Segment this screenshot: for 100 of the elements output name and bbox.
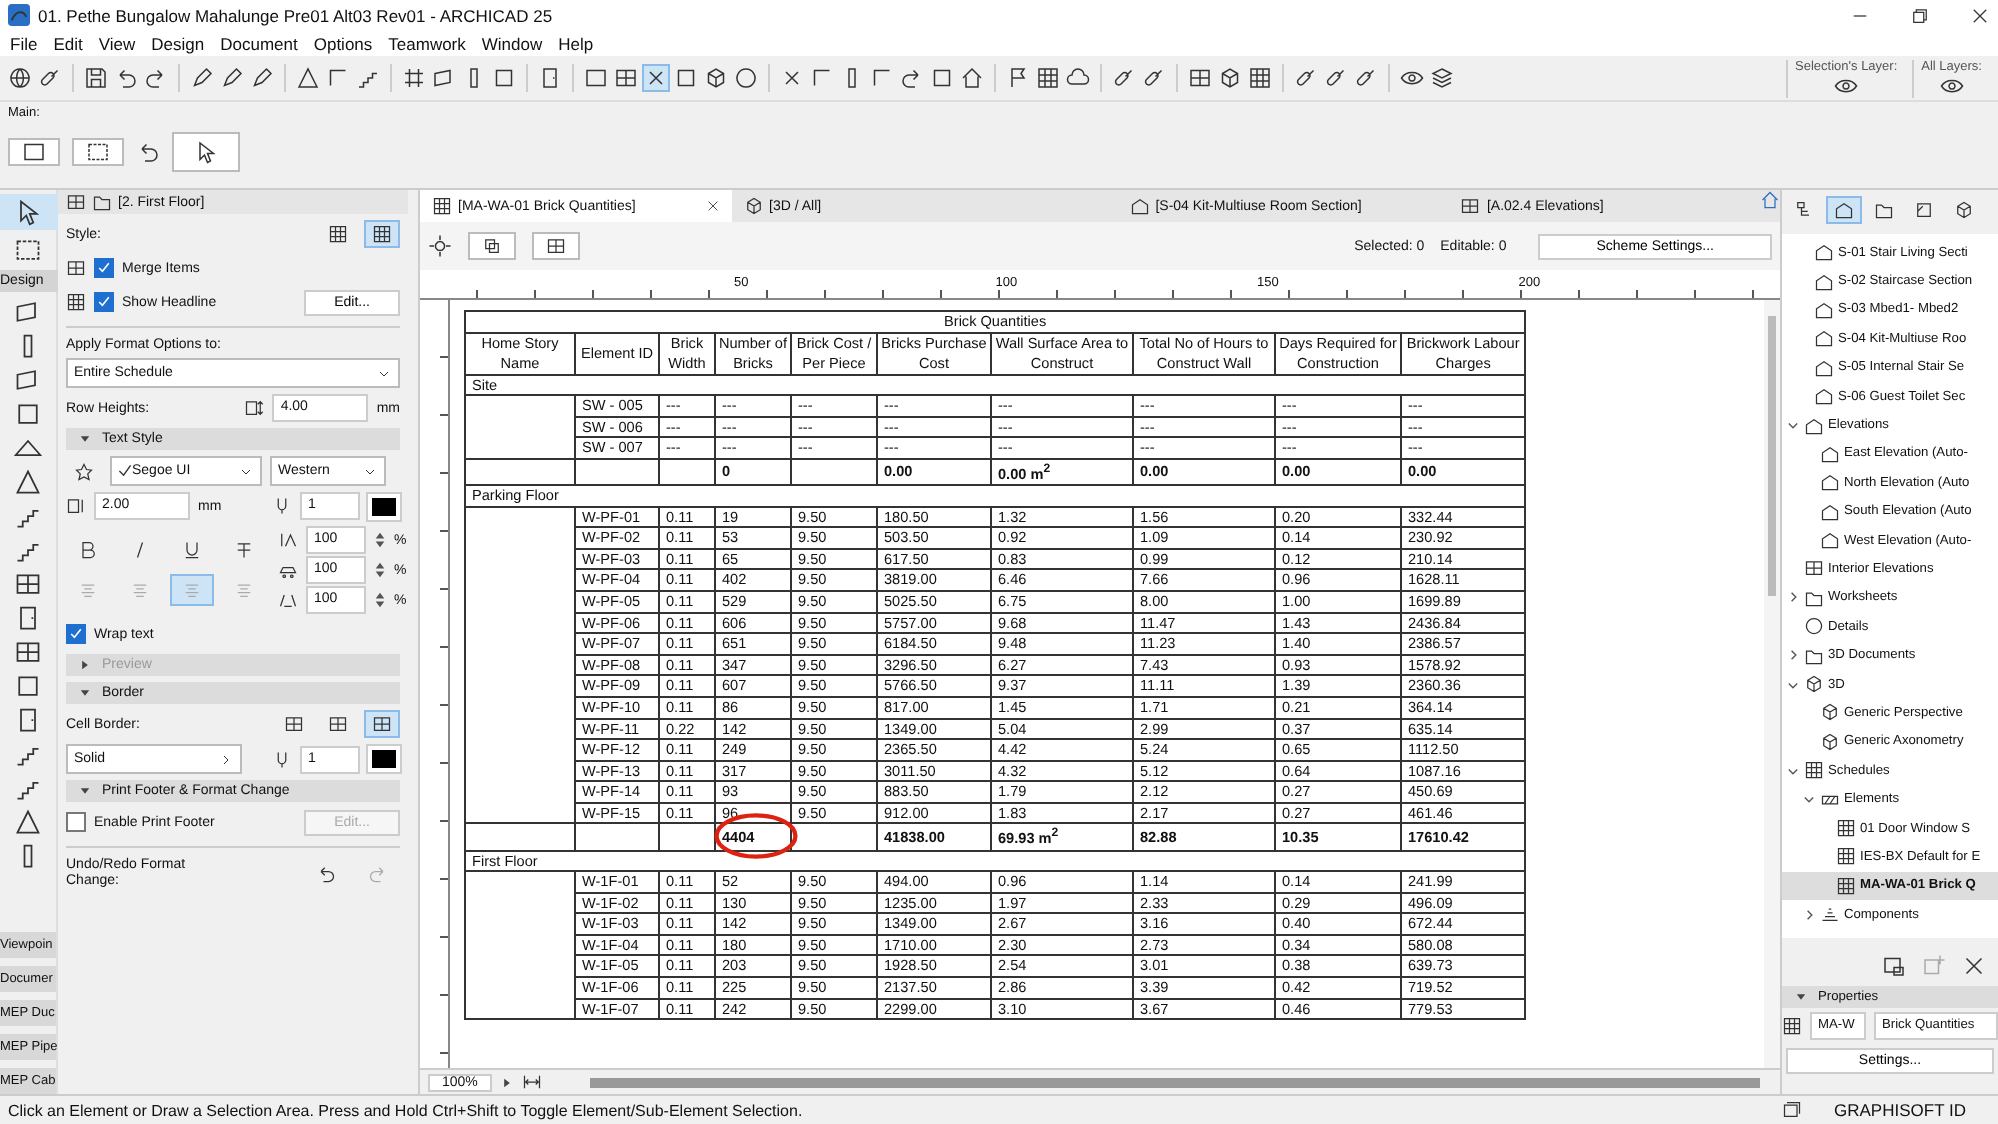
marquee-button[interactable]	[72, 138, 124, 166]
link-icon[interactable]	[1142, 66, 1166, 90]
undo-icon[interactable]	[114, 66, 138, 90]
square-icon[interactable]	[674, 66, 698, 90]
link-icon[interactable]	[1324, 66, 1348, 90]
link-icon[interactable]	[1354, 66, 1378, 90]
checkbox[interactable]	[94, 292, 114, 312]
door-icon[interactable]	[14, 706, 42, 734]
eye-icon[interactable]	[1400, 66, 1424, 90]
pen-icon[interactable]	[190, 66, 214, 90]
rotate-icon[interactable]	[136, 140, 160, 164]
layout-button[interactable]	[532, 232, 580, 260]
pointer-button[interactable]	[172, 132, 240, 172]
window-icon[interactable]	[614, 66, 638, 90]
menu-item[interactable]: Document	[220, 33, 298, 53]
close-icon[interactable]	[705, 196, 720, 216]
menu-item[interactable]: Design	[151, 33, 205, 53]
flag-icon[interactable]	[1006, 66, 1030, 90]
checkbox[interactable]	[66, 812, 86, 832]
triangle-icon[interactable]	[14, 468, 42, 496]
checkbox[interactable]	[66, 624, 86, 644]
window-icon[interactable]	[1188, 66, 1212, 90]
triangle-icon[interactable]	[14, 808, 42, 836]
window-icon[interactable]	[14, 570, 42, 598]
spinner-icon[interactable]	[374, 590, 386, 610]
chevron-icon[interactable]	[1786, 590, 1800, 605]
chevron-icon[interactable]	[1802, 907, 1816, 922]
link-icon[interactable]	[38, 66, 62, 90]
layers-icon[interactable]	[1430, 66, 1454, 90]
scrollbar-thumb[interactable]	[1768, 316, 1776, 596]
pen-icon[interactable]	[250, 66, 274, 90]
project-map-button[interactable]	[1826, 196, 1862, 224]
scrollbar-thumb[interactable]	[589, 1077, 1760, 1087]
new-window-icon[interactable]	[1882, 954, 1906, 978]
close-icon[interactable]	[1970, 5, 1990, 25]
cloud-icon[interactable]	[1066, 66, 1090, 90]
caret-icon[interactable]	[499, 1075, 514, 1089]
door-icon[interactable]	[14, 604, 42, 632]
spinner-icon[interactable]	[374, 560, 386, 580]
cell-border-button[interactable]	[364, 710, 400, 738]
table-icon[interactable]	[1036, 66, 1060, 90]
restore-icon[interactable]	[1910, 5, 1930, 25]
chevron-icon[interactable]	[1786, 418, 1800, 433]
menu-item[interactable]: Options	[313, 33, 373, 53]
grid-icon[interactable]	[66, 192, 86, 212]
roof-icon[interactable]	[14, 434, 42, 462]
color-swatch[interactable]	[368, 493, 400, 519]
circle-icon[interactable]	[734, 66, 758, 90]
link-icon[interactable]	[1294, 66, 1318, 90]
square-icon[interactable]	[14, 400, 42, 428]
delete-icon[interactable]	[1962, 954, 1986, 978]
table-style-button[interactable]	[364, 220, 400, 248]
spinner-icon[interactable]	[374, 530, 386, 550]
panel-icon[interactable]	[14, 298, 42, 326]
chevron-icon[interactable]	[1802, 792, 1816, 807]
menu-item[interactable]: Window	[481, 33, 543, 53]
menu-item[interactable]: View	[98, 33, 136, 53]
window-icon[interactable]	[14, 638, 42, 666]
table-icon[interactable]	[1248, 66, 1272, 90]
door-icon[interactable]	[538, 66, 562, 90]
marquee-icon[interactable]	[584, 66, 608, 90]
panel-icon[interactable]	[14, 366, 42, 394]
grid-icon[interactable]	[402, 66, 426, 90]
window-icon	[1804, 558, 1824, 579]
house-outline-icon	[1814, 386, 1834, 407]
pen-icon[interactable]	[220, 66, 244, 90]
fit-button[interactable]	[468, 232, 516, 260]
triangle-icon[interactable]	[296, 66, 320, 90]
text-scale-icon	[278, 590, 298, 610]
fit-width-icon[interactable]	[521, 1072, 542, 1092]
cursor-icon[interactable]	[0, 194, 62, 230]
square-icon[interactable]	[14, 672, 42, 700]
chevron-icon[interactable]	[1786, 677, 1800, 692]
menu-item[interactable]: Help	[558, 33, 594, 53]
square-icon[interactable]	[492, 66, 516, 90]
checkbox[interactable]	[94, 258, 114, 278]
chevron-icon[interactable]	[1786, 648, 1800, 663]
link-icon[interactable]	[1112, 66, 1136, 90]
color-swatch[interactable]	[368, 746, 400, 772]
panel-icon[interactable]	[432, 66, 456, 90]
redo-icon[interactable]	[144, 66, 168, 90]
globe-icon[interactable]	[8, 66, 32, 90]
corner-icon[interactable]	[870, 66, 894, 90]
account-label[interactable]: GRAPHISOFT ID	[1810, 1100, 1990, 1120]
settings-icon[interactable]	[428, 234, 452, 258]
menu-item[interactable]: Teamwork	[388, 33, 466, 53]
house-icon[interactable]	[960, 66, 984, 90]
corner-icon[interactable]	[810, 66, 834, 90]
chevron-icon[interactable]	[1786, 763, 1800, 778]
cube-icon[interactable]	[704, 66, 728, 90]
marquee-icon[interactable]	[14, 236, 42, 264]
cube-icon[interactable]	[1218, 66, 1242, 90]
redo-icon[interactable]	[900, 66, 924, 90]
corner-icon[interactable]	[326, 66, 350, 90]
save-icon[interactable]	[84, 66, 108, 90]
square-icon[interactable]	[930, 66, 954, 90]
menu-item[interactable]: File	[10, 33, 38, 53]
menu-item[interactable]: Edit	[53, 33, 83, 53]
arrange-button[interactable]	[8, 138, 60, 166]
windows-icon[interactable]	[1782, 1100, 1802, 1120]
